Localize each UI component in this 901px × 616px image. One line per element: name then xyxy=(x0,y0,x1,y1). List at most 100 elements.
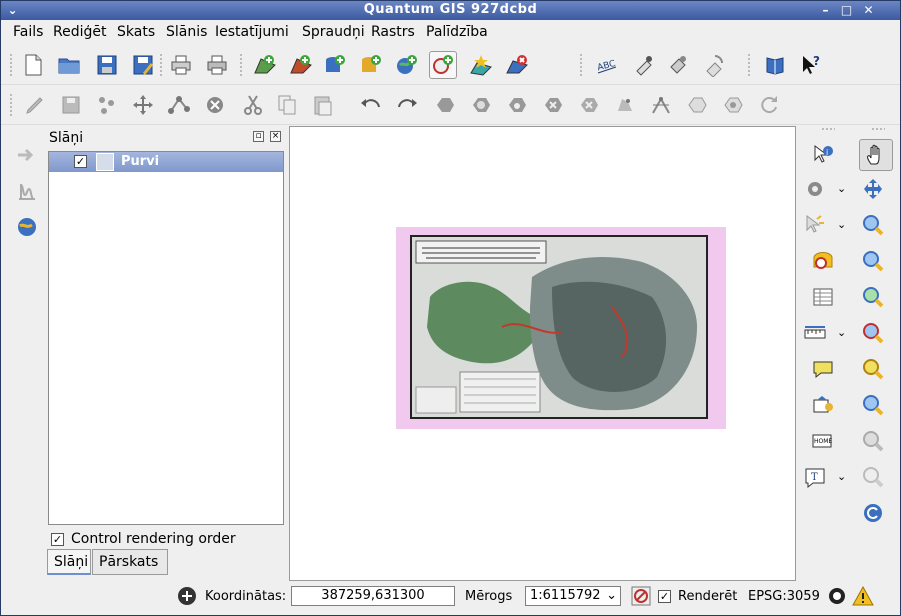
zoom-last-button[interactable] xyxy=(859,355,887,383)
menu-iestatijumi[interactable]: Iestatījumi xyxy=(215,24,289,40)
select-features-button[interactable] xyxy=(801,211,829,239)
menu-spraudni[interactable]: Spraudņi xyxy=(302,24,365,40)
open-project-button[interactable] xyxy=(55,51,83,79)
menu-rediget[interactable]: Rediģēt xyxy=(53,24,106,40)
rotate-label-button[interactable] xyxy=(701,51,729,79)
deselect-features-button[interactable] xyxy=(809,247,837,275)
label-tool-button[interactable]: ABC xyxy=(593,51,621,79)
minimize-icon[interactable]: – xyxy=(818,3,833,18)
stop-render-button[interactable] xyxy=(627,582,655,610)
zoom-to-selection-button[interactable] xyxy=(859,283,887,311)
chevron-down-icon[interactable]: ⌄ xyxy=(837,470,846,483)
overview-button[interactable] xyxy=(13,213,41,241)
undo-button[interactable] xyxy=(357,91,385,119)
coordinates-field[interactable]: 387259,631300 xyxy=(291,586,455,606)
move-label-button[interactable] xyxy=(665,51,693,79)
layer-row[interactable]: ✓ Purvi xyxy=(49,152,283,172)
close-icon[interactable]: ✕ xyxy=(861,3,876,18)
move-feature-button[interactable] xyxy=(129,91,157,119)
add-raster-layer-button[interactable] xyxy=(287,51,315,79)
zoom-out-button[interactable] xyxy=(859,247,887,275)
merge-features-button[interactable] xyxy=(683,91,711,119)
toolbar-handle[interactable] xyxy=(821,127,835,131)
close-panel-icon[interactable]: × xyxy=(270,131,281,142)
chevron-down-icon[interactable]: ⌄ xyxy=(837,218,846,231)
menu-fails[interactable]: Fails xyxy=(13,24,43,40)
cut-features-button[interactable] xyxy=(239,91,267,119)
toolbar-handle[interactable] xyxy=(579,53,583,77)
new-shapefile-button[interactable] xyxy=(467,51,495,79)
layer-visibility-checkbox[interactable]: ✓ xyxy=(74,155,87,168)
delete-ring-button[interactable] xyxy=(539,91,567,119)
zoom-next-button[interactable] xyxy=(859,391,887,419)
reshape-features-button[interactable] xyxy=(611,91,639,119)
menu-slanis[interactable]: Slānis xyxy=(166,24,207,40)
toolbar-handle[interactable] xyxy=(871,127,885,131)
new-bookmark-button[interactable] xyxy=(809,391,837,419)
projection-button[interactable] xyxy=(823,582,851,610)
toolbar-handle[interactable] xyxy=(159,53,163,77)
add-postgis-layer-button[interactable] xyxy=(321,51,349,79)
add-spatialite-layer-button[interactable] xyxy=(357,51,385,79)
open-attribute-table-button[interactable] xyxy=(809,283,837,311)
messages-button[interactable] xyxy=(849,582,877,610)
remove-layer-button[interactable] xyxy=(503,51,531,79)
add-part-button[interactable] xyxy=(503,91,531,119)
delete-selected-button[interactable] xyxy=(201,91,229,119)
pin-labels-button[interactable] xyxy=(629,51,657,79)
measure-line-button[interactable] xyxy=(801,319,829,347)
add-wfs-layer-button[interactable] xyxy=(429,51,457,79)
menu-rastrs[interactable]: Rastrs xyxy=(371,24,415,40)
whats-this-button[interactable]: ? xyxy=(797,51,825,79)
tab-layers[interactable]: Slāņi xyxy=(47,549,91,575)
chevron-down-icon[interactable]: ⌄ xyxy=(837,182,846,195)
rotate-point-symbols-button[interactable] xyxy=(755,91,783,119)
zoom-to-layer-button[interactable] xyxy=(859,319,887,347)
redo-button[interactable] xyxy=(393,91,421,119)
save-as-button[interactable] xyxy=(129,51,157,79)
float-panel-icon[interactable]: ▫ xyxy=(253,131,264,142)
maximize-icon[interactable]: □ xyxy=(839,3,854,18)
print-composer-button[interactable] xyxy=(167,51,195,79)
add-group-button[interactable] xyxy=(13,141,41,169)
add-vector-layer-button[interactable] xyxy=(251,51,279,79)
save-project-button[interactable] xyxy=(93,51,121,79)
add-ring-button[interactable] xyxy=(467,91,495,119)
chevron-down-icon[interactable]: ⌄ xyxy=(837,326,846,339)
render-checkbox[interactable]: ✓ xyxy=(658,590,671,603)
menu-palidziba[interactable]: Palīdzība xyxy=(426,24,488,40)
identify-features-button[interactable]: i xyxy=(809,141,837,169)
capture-point-button[interactable] xyxy=(93,91,121,119)
toolbar-handle[interactable] xyxy=(239,53,243,77)
toolbar-handle[interactable] xyxy=(9,53,13,77)
zoom-in-button[interactable] xyxy=(859,211,887,239)
node-tool-button[interactable] xyxy=(165,91,193,119)
zoom-native-button[interactable] xyxy=(859,427,887,455)
toggle-extents-button[interactable] xyxy=(173,582,201,610)
new-project-button[interactable] xyxy=(19,51,47,79)
refresh-button[interactable] xyxy=(859,499,887,527)
save-edits-button[interactable] xyxy=(57,91,85,119)
actions-button[interactable] xyxy=(801,175,829,203)
map-tips-button[interactable] xyxy=(809,355,837,383)
map-canvas[interactable] xyxy=(289,126,796,581)
toolbar-handle[interactable] xyxy=(747,53,751,77)
copy-features-button[interactable] xyxy=(273,91,301,119)
zoom-disabled-button[interactable] xyxy=(859,463,887,491)
tab-overview[interactable]: Pārskats xyxy=(92,549,168,575)
zoom-full-extent-button[interactable] xyxy=(859,175,887,203)
simplify-feature-button[interactable] xyxy=(431,91,459,119)
add-wms-layer-button[interactable] xyxy=(393,51,421,79)
scale-combobox[interactable]: 1:6115792 ⌄ xyxy=(525,586,621,606)
help-contents-button[interactable] xyxy=(761,51,789,79)
paste-features-button[interactable] xyxy=(309,91,337,119)
delete-part-button[interactable] xyxy=(575,91,603,119)
print-button[interactable] xyxy=(203,51,231,79)
toolbar-handle[interactable] xyxy=(9,93,13,117)
pan-map-button[interactable] xyxy=(859,139,893,171)
control-rendering-order-checkbox[interactable]: ✓ xyxy=(51,533,64,546)
menu-skats[interactable]: Skats xyxy=(117,24,155,40)
show-bookmarks-button[interactable]: HOME xyxy=(809,427,837,455)
split-features-button[interactable] xyxy=(647,91,675,119)
expand-all-button[interactable] xyxy=(13,177,41,205)
